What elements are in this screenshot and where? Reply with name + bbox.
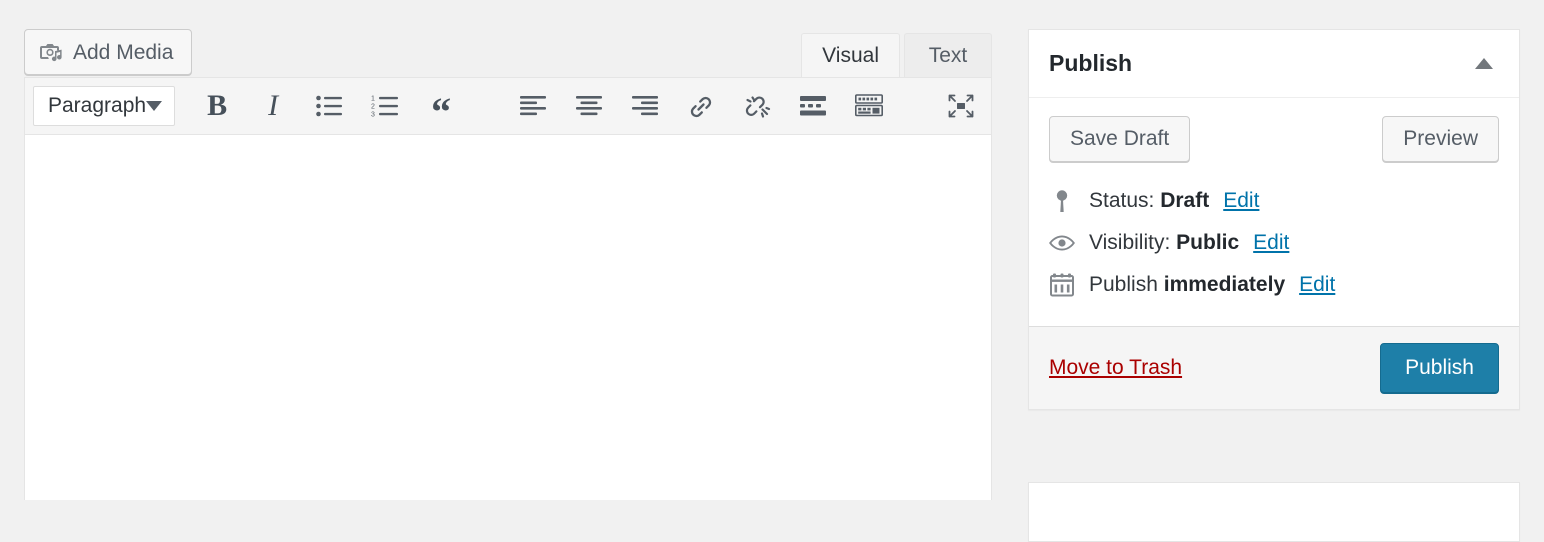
post-visibility-row: Visibility: Public Edit <box>1049 222 1499 264</box>
post-status-prefix: Status: <box>1089 189 1154 212</box>
post-schedule-row: Publish immediately Edit <box>1049 264 1499 306</box>
preview-button[interactable]: Preview <box>1382 116 1499 162</box>
editor-toolbar: Paragraph B I 1 2 3 <box>25 78 991 135</box>
move-to-trash-link[interactable]: Move to Trash <box>1049 356 1182 380</box>
tab-text[interactable]: Text <box>904 33 992 77</box>
publish-metabox: Publish Save Draft Preview Status: Draft… <box>1028 29 1520 410</box>
distraction-free-icon[interactable] <box>933 81 989 131</box>
edit-visibility-link[interactable]: Edit <box>1253 231 1289 255</box>
tab-text-label: Text <box>929 44 968 68</box>
calendar-icon <box>1049 273 1075 297</box>
add-media-button[interactable]: Add Media <box>24 29 192 75</box>
publish-button[interactable]: Publish <box>1380 343 1499 393</box>
edit-schedule-link[interactable]: Edit <box>1299 273 1335 297</box>
bold-icon[interactable]: B <box>189 81 245 131</box>
post-schedule-text: Publish immediately <box>1089 273 1285 297</box>
major-publishing-actions: Move to Trash Publish <box>1029 326 1519 409</box>
secondary-metabox <box>1028 482 1520 542</box>
align-center-icon[interactable] <box>561 81 617 131</box>
post-status-pin-icon <box>1049 189 1075 213</box>
visibility-eye-icon <box>1049 234 1075 252</box>
numbered-list-icon[interactable]: 1 2 3 <box>357 81 413 131</box>
editor-content-area[interactable] <box>25 135 991 500</box>
align-left-icon[interactable] <box>505 81 561 131</box>
post-schedule-prefix: Publish <box>1089 273 1158 296</box>
insert-link-icon[interactable] <box>673 81 729 131</box>
svg-text:2: 2 <box>371 103 375 110</box>
bold-glyph: B <box>207 91 227 121</box>
post-visibility-text: Visibility: Public <box>1089 231 1239 255</box>
editor-mode-tabs: Visual Text <box>801 29 992 77</box>
chevron-down-icon <box>146 101 162 111</box>
save-draft-button[interactable]: Save Draft <box>1049 116 1190 162</box>
svg-text:1: 1 <box>371 95 375 102</box>
publish-box-title: Publish <box>1049 50 1132 77</box>
post-schedule-value: immediately <box>1164 273 1285 296</box>
svg-text:3: 3 <box>371 111 375 117</box>
tab-visual[interactable]: Visual <box>801 33 900 77</box>
add-media-label: Add Media <box>73 42 173 63</box>
minor-publishing-actions: Save Draft Preview <box>1049 116 1499 162</box>
publish-box-body: Save Draft Preview Status: Draft Edit <box>1029 98 1519 326</box>
post-status-text: Status: Draft <box>1089 189 1209 213</box>
editor-wrap: Paragraph B I 1 2 3 <box>24 77 992 500</box>
post-status-row: Status: Draft Edit <box>1049 180 1499 222</box>
post-editor-column: Add Media Visual Text Paragraph B I <box>24 0 992 500</box>
media-buttons-row: Add Media <box>24 29 192 75</box>
post-visibility-prefix: Visibility: <box>1089 231 1170 254</box>
align-right-icon[interactable] <box>617 81 673 131</box>
blockquote-glyph: “ <box>431 100 451 124</box>
italic-icon[interactable]: I <box>245 81 301 131</box>
bulleted-list-icon[interactable] <box>301 81 357 131</box>
edit-status-link[interactable]: Edit <box>1223 189 1259 213</box>
format-select-value: Paragraph <box>48 94 146 118</box>
format-select[interactable]: Paragraph <box>33 86 175 126</box>
post-status-value: Draft <box>1160 189 1209 212</box>
remove-link-icon[interactable] <box>729 81 785 131</box>
post-visibility-value: Public <box>1176 231 1239 254</box>
publish-box-header: Publish <box>1029 30 1519 98</box>
italic-glyph: I <box>268 91 278 121</box>
keyboard-shortcuts-icon[interactable] <box>841 81 897 131</box>
insert-read-more-icon[interactable] <box>785 81 841 131</box>
blockquote-icon[interactable]: “ <box>413 81 469 131</box>
tab-visual-label: Visual <box>822 44 879 68</box>
chevron-up-icon[interactable] <box>1467 47 1501 81</box>
camera-music-icon <box>40 41 64 63</box>
